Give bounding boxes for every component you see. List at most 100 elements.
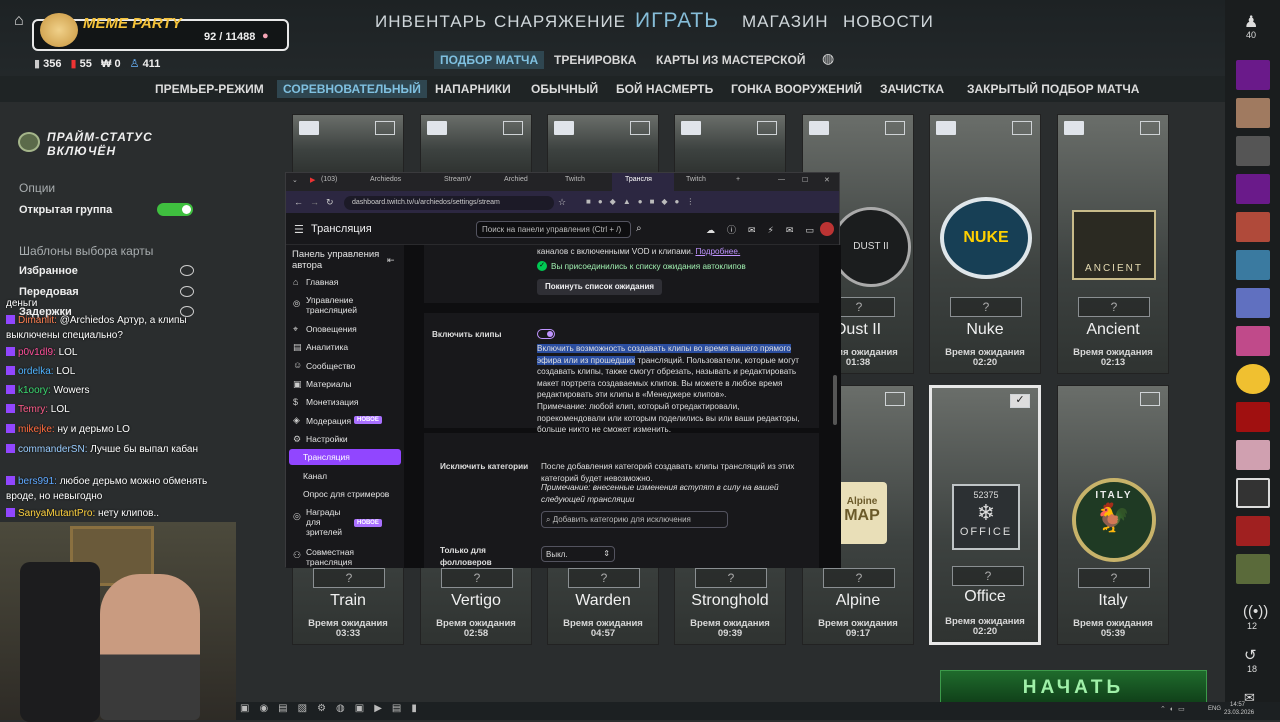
mode-wingman[interactable]: НАПАРНИКИ — [429, 80, 517, 98]
open-group-toggle[interactable] — [157, 203, 193, 216]
scrollbar[interactable] — [833, 375, 837, 425]
nav-loadout[interactable]: СНАРЯЖЕНИЕ — [494, 12, 626, 32]
sidebar-item-community[interactable]: Сообщество — [306, 361, 355, 371]
avatar[interactable] — [1236, 402, 1270, 432]
avatar[interactable] — [1236, 174, 1270, 204]
forward-icon[interactable]: → — [310, 197, 319, 207]
template-radio[interactable] — [180, 265, 194, 276]
avatar[interactable] — [1236, 288, 1270, 318]
avatar[interactable] — [1236, 212, 1270, 242]
map-card-nuke[interactable]: NUKE ? Nuke Время ожидания 02:20 — [929, 114, 1041, 374]
checkbox[interactable] — [503, 121, 523, 135]
start-button[interactable]: НАЧАТЬ — [940, 670, 1207, 706]
collapse-icon[interactable]: ⇤ — [387, 255, 395, 266]
tab-list-icon[interactable]: ⌄ — [292, 176, 298, 184]
add-category-input[interactable]: ⌕ Добавить категорию для исключения — [541, 511, 728, 528]
nav-news[interactable]: НОВОСТИ — [843, 12, 934, 32]
tab-practice[interactable]: ТРЕНИРОВКА — [548, 51, 642, 69]
leave-waitlist-button[interactable]: Покинуть список ожидания — [537, 279, 662, 295]
browser-tab[interactable]: Twitch — [565, 176, 585, 183]
dashboard-search[interactable]: Поиск на панели управления (Ctrl + /) — [476, 221, 631, 238]
sidebar-item-content[interactable]: Материалы — [306, 379, 352, 389]
back-icon[interactable]: ← — [294, 197, 303, 207]
more-link[interactable]: Подробнее. — [695, 247, 740, 256]
tab-workshop[interactable]: КАРТЫ ИЗ МАСТЕРСКОЙ — [650, 51, 811, 69]
search-icon[interactable]: ⌕ — [636, 223, 642, 234]
checkbox[interactable] — [1140, 392, 1160, 406]
avatar[interactable] — [1236, 516, 1270, 546]
tray-icons[interactable]: ⌃◐▭ — [1160, 705, 1189, 713]
star-icon[interactable]: ☆ — [558, 197, 566, 208]
globe-icon[interactable]: ◍ — [822, 50, 834, 67]
avatar[interactable] — [1236, 326, 1270, 356]
mode-deathmatch[interactable]: БОЙ НАСМЕРТЬ — [610, 80, 719, 98]
sidebar-item-streamer-survey[interactable]: Опрос для стримеров — [303, 489, 389, 499]
sidebar-item-alerts[interactable]: Оповещения — [306, 324, 357, 334]
mode-armsrace[interactable]: ГОНКА ВООРУЖЕНИЙ — [725, 80, 868, 98]
maximize-icon[interactable]: ☐ — [802, 176, 808, 184]
tab-matchmaking[interactable]: ПОДБОР МАТЧА — [434, 51, 545, 69]
nav-inventory[interactable]: ИНВЕНТАРЬ — [375, 12, 487, 32]
checkbox[interactable] — [757, 121, 777, 135]
menu-icon[interactable]: ☰ — [294, 223, 304, 236]
nav-play[interactable]: ИГРАТЬ — [635, 9, 719, 33]
browser-tab[interactable]: Archiedos — [370, 176, 401, 183]
user-avatar[interactable] — [820, 222, 834, 236]
browser-tab[interactable]: Twitch — [686, 176, 706, 183]
home-icon[interactable]: ⌂ — [14, 12, 24, 30]
mode-private[interactable]: ЗАКРЫТЫЙ ПОДБОР МАТЧА — [961, 80, 1145, 98]
avatar[interactable] — [1236, 60, 1270, 90]
mode-premier[interactable]: ПРЕМЬЕР-РЕЖИМ — [149, 80, 270, 98]
checkbox-checked[interactable]: ✓ — [1010, 394, 1030, 408]
sidebar-item-moderation[interactable]: Модерация — [306, 416, 351, 426]
history-icon[interactable]: ↺ — [1244, 646, 1257, 664]
sidebar-item-channel[interactable]: Канал — [303, 471, 327, 481]
enable-clips-toggle[interactable] — [537, 329, 555, 339]
sidebar-item-analytics[interactable]: Аналитика — [306, 342, 348, 352]
avatar[interactable] — [1236, 554, 1270, 584]
url-field[interactable]: dashboard.twitch.tv/u/archiedos/settings… — [344, 196, 554, 210]
mode-retakes[interactable]: ЗАЧИСТКА — [874, 80, 950, 98]
map-card-italy[interactable]: ITALY 🐓 ? Italy Время ожидания 05:39 — [1057, 385, 1169, 645]
extensions-icons[interactable]: ■●◆▲●■◆●⋮ — [586, 197, 701, 206]
sidebar-item-viewer-rewards[interactable]: Награды для зрителей — [306, 507, 346, 537]
language-indicator[interactable]: ENG — [1208, 706, 1221, 712]
sidebar-item-settings[interactable]: Настройки — [306, 434, 348, 444]
map-card-office[interactable]: ✓ 52375 ❄ OFFICE ? Office Время ожидания 02:2… — [929, 385, 1041, 645]
avatar[interactable] — [1236, 250, 1270, 280]
checkbox[interactable] — [1140, 121, 1160, 135]
map-card[interactable] — [420, 114, 532, 174]
sidebar-item-collab[interactable]: Совместная трансляция — [306, 547, 386, 567]
browser-tab[interactable]: StreamV — [444, 176, 471, 183]
mode-competitive[interactable]: СОРЕВНОВАТЕЛЬНЫЙ — [277, 80, 427, 98]
checkbox[interactable] — [885, 392, 905, 406]
mode-casual[interactable]: ОБЫЧНЫЙ — [525, 80, 604, 98]
avatar[interactable] — [1236, 440, 1270, 470]
avatar[interactable] — [1236, 364, 1270, 394]
checkbox[interactable] — [375, 121, 395, 135]
header-icons[interactable]: ☁ⓘ✉⚡✉▭ — [706, 223, 826, 236]
new-tab-icon[interactable]: + — [736, 176, 740, 183]
checkbox[interactable] — [1012, 121, 1032, 135]
friends-icon[interactable]: ♟ — [1244, 12, 1258, 32]
broadcast-icon[interactable]: ((•)) — [1243, 603, 1268, 620]
sidebar-item-monetization[interactable]: Монетизация — [306, 397, 359, 407]
sidebar-item-stream-manager[interactable]: Управление трансляцией — [306, 295, 386, 315]
browser-tab-active[interactable]: Трансля — [625, 176, 652, 183]
browser-tab[interactable]: Archied — [504, 176, 528, 183]
sidebar-item-stream[interactable]: Трансляция — [303, 452, 350, 462]
avatar[interactable] — [1236, 98, 1270, 128]
followers-only-select[interactable]: Выкл. ⇕ — [541, 546, 615, 562]
clock-time[interactable]: 14:57 — [1230, 702, 1245, 708]
map-card-ancient[interactable]: ANCIENT ? Ancient Время ожидания 02:13 — [1057, 114, 1169, 374]
map-card[interactable] — [292, 114, 404, 174]
nav-store[interactable]: МАГАЗИН — [742, 12, 828, 32]
reload-icon[interactable]: ↻ — [326, 197, 334, 208]
checkbox[interactable] — [630, 121, 650, 135]
minimize-icon[interactable]: — — [778, 176, 785, 183]
avatar[interactable] — [1236, 136, 1270, 166]
avatar[interactable] — [1236, 478, 1270, 508]
map-card[interactable] — [674, 114, 786, 174]
close-icon[interactable]: ✕ — [824, 176, 830, 184]
taskbar-apps[interactable]: ▣◉▤▧⚙◍▣▶▤▮ — [240, 703, 427, 714]
